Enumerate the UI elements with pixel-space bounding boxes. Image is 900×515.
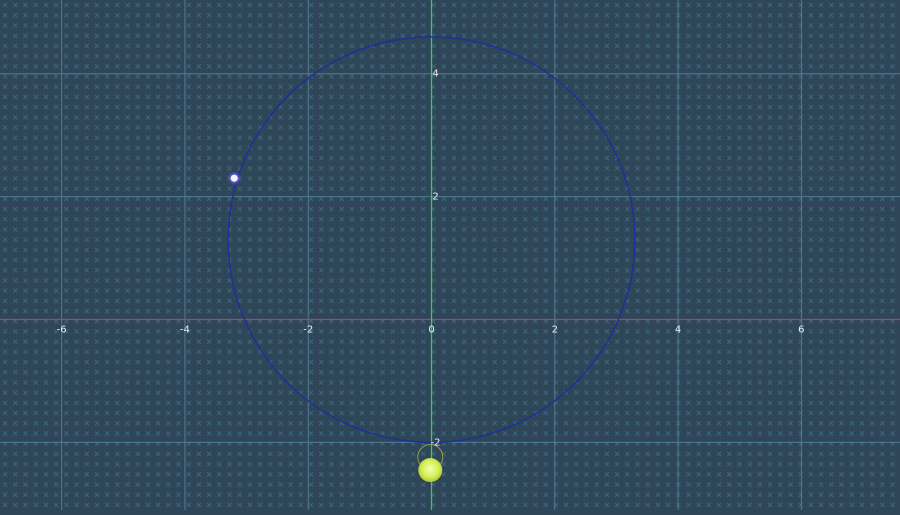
x-tick-label: -6 xyxy=(57,325,67,336)
x-tick-label: 4 xyxy=(675,325,681,336)
yellow-point-disc xyxy=(418,458,443,483)
graph-viewport[interactable]: -6 -4 -2 0 2 4 6 4 2 -2 xyxy=(0,0,900,510)
x-tick-label: -4 xyxy=(180,325,190,336)
plot-canvas[interactable]: -6 -4 -2 0 2 4 6 4 2 -2 xyxy=(0,0,900,510)
y-tick-label: -2 xyxy=(431,437,441,448)
blue-point-core xyxy=(230,174,238,182)
minor-grid xyxy=(0,0,900,510)
x-tick-label: 2 xyxy=(552,325,558,336)
y-tick-label: 2 xyxy=(432,192,438,203)
blue-point[interactable] xyxy=(227,171,242,186)
x-tick-label: 0 xyxy=(428,325,434,336)
x-tick-label: -2 xyxy=(303,325,313,336)
x-tick-label: 6 xyxy=(798,325,804,336)
y-tick-label: 4 xyxy=(432,69,438,80)
